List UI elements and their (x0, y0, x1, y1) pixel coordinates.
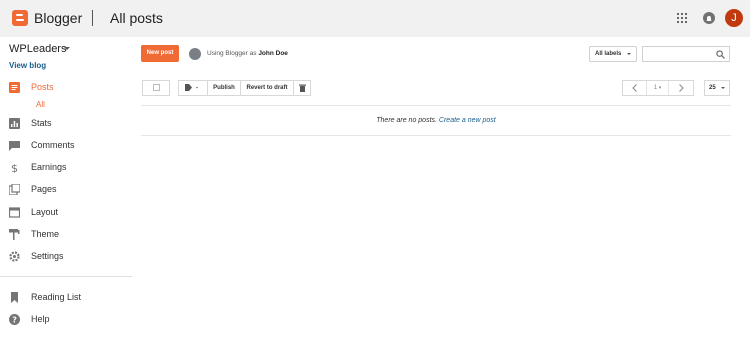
sidebar-item-label: Reading List (31, 292, 82, 302)
sidebar-item-label: Layout (31, 207, 59, 217)
search-input[interactable] (642, 46, 730, 62)
empty-state-message: There are no posts. Create a new post (141, 117, 731, 124)
sidebar-item-label: Posts (31, 82, 54, 92)
posts-per-page-dropdown[interactable]: 25 (704, 80, 730, 96)
comments-icon (9, 140, 20, 151)
blogger-logo-icon[interactable] (12, 10, 28, 26)
chevron-right-icon (678, 84, 684, 92)
tag-icon (185, 84, 198, 91)
sidebar-item-label: Stats (31, 118, 52, 128)
top-bar: Blogger All posts J (0, 0, 750, 37)
sidebar-item-label: Comments (31, 140, 75, 150)
sidebar-subitem-all[interactable]: All (36, 100, 45, 109)
checkbox-square (152, 84, 160, 91)
sidebar-item-label: Pages (31, 184, 57, 194)
prev-page-button[interactable] (623, 81, 647, 95)
page-number-select[interactable]: 1 ▾ (647, 81, 669, 95)
signed-in-as: Using Blogger as John Doe (207, 50, 288, 57)
sidebar-item-comments[interactable]: Comments (9, 138, 75, 152)
sidebar-item-label: Theme (31, 229, 60, 239)
layout-icon (8, 206, 21, 218)
chevron-left-icon (632, 84, 637, 92)
sidebar-item-label: Earnings (31, 162, 67, 172)
per-page-value: 25 (709, 85, 716, 91)
delete-button[interactable] (293, 80, 311, 96)
list-bottom-divider (141, 135, 731, 136)
help-icon: ? (9, 313, 20, 325)
sidebar-item-pages[interactable]: Pages (8, 182, 57, 196)
chevron-down-icon: ▾ (658, 85, 662, 91)
labels-filter-label: All labels (595, 51, 622, 57)
sidebar-item-posts[interactable]: Posts (9, 80, 54, 94)
search-icon[interactable] (716, 50, 725, 59)
sidebar-item-reading-list[interactable]: Reading List (9, 290, 81, 304)
sidebar-item-layout[interactable]: Layout (8, 205, 59, 219)
chevron-down-icon[interactable] (64, 47, 70, 50)
dollar-icon: $ (9, 162, 20, 175)
sidebar-item-label: Settings (31, 251, 64, 261)
pagination: 1 ▾ (622, 80, 694, 96)
sidebar-item-label: Help (31, 314, 50, 324)
user-avatar (189, 48, 201, 60)
chevron-down-icon (721, 87, 725, 89)
sidebar-item-settings[interactable]: Settings (9, 249, 64, 263)
sidebar-item-help[interactable]: ? Help (9, 312, 50, 326)
next-page-button[interactable] (669, 81, 693, 95)
stats-icon (9, 117, 20, 129)
list-top-divider (141, 105, 731, 106)
account-avatar[interactable]: J (725, 9, 743, 27)
header-divider (92, 10, 93, 26)
sidebar-item-stats[interactable]: Stats (9, 116, 52, 130)
sidebar-divider (0, 276, 132, 277)
posts-icon (9, 81, 20, 93)
view-blog-link[interactable]: View blog (9, 61, 46, 70)
labels-filter-dropdown[interactable]: All labels (589, 46, 637, 62)
bookmark-icon (9, 291, 20, 303)
create-new-post-link[interactable]: Create a new post (439, 117, 496, 124)
trash-icon (298, 84, 306, 92)
page-title: All posts (110, 10, 163, 26)
new-post-button[interactable]: New post (141, 45, 179, 62)
sidebar-item-earnings[interactable]: $ Earnings (9, 160, 67, 175)
paint-roller-icon (9, 228, 20, 240)
notifications-icon[interactable] (703, 12, 715, 24)
chevron-down-icon (627, 53, 631, 55)
brand-name[interactable]: Blogger (34, 10, 82, 26)
sidebar-item-theme[interactable]: Theme (9, 227, 59, 241)
select-all-checkbox[interactable] (142, 80, 170, 96)
svg-text:$: $ (11, 162, 18, 173)
user-name: John Doe (258, 50, 288, 57)
revert-to-draft-button[interactable]: Revert to draft (240, 80, 294, 96)
pages-icon (8, 182, 21, 196)
page-number: 1 (653, 85, 658, 91)
label-posts-button[interactable] (178, 80, 208, 96)
apps-grid-icon[interactable] (677, 13, 687, 23)
blog-selector[interactable]: WPLeaders (9, 43, 66, 55)
using-prefix: Using Blogger as (207, 50, 257, 57)
svg-text:?: ? (12, 315, 17, 324)
publish-button[interactable]: Publish (207, 80, 241, 96)
empty-text: There are no posts. (376, 117, 437, 124)
gear-icon (9, 250, 20, 262)
